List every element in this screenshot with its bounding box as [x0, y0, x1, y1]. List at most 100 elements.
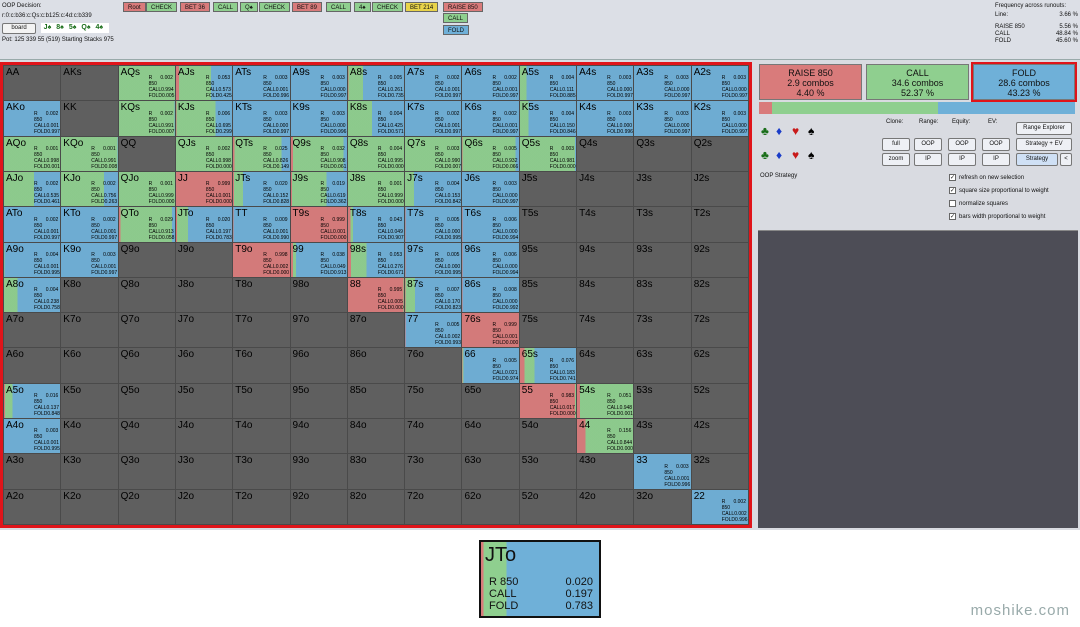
- hand-cell[interactable]: 84o: [347, 419, 405, 454]
- hand-cell[interactable]: K5o: [61, 383, 118, 419]
- hand-cell[interactable]: K2o: [61, 489, 118, 524]
- hand-cell[interactable]: T7o: [233, 313, 290, 348]
- hand-cell[interactable]: J6o: [175, 348, 233, 383]
- hand-cell[interactable]: A3o: [4, 454, 61, 489]
- hand-cell[interactable]: Q7o: [118, 313, 175, 348]
- hand-cell[interactable]: 84s: [577, 277, 634, 313]
- hand-cell[interactable]: 32s: [691, 454, 748, 489]
- hand-cell[interactable]: 94o: [290, 419, 347, 454]
- hand-cell[interactable]: QJs R 850 0.002 CALL 0.998 FOLD 0.000: [175, 136, 233, 171]
- hand-cell[interactable]: KTs R 850 0.003 CALL 0.000 FOLD 0.997: [233, 101, 290, 136]
- hand-cell[interactable]: 62s: [691, 348, 748, 383]
- hand-cell[interactable]: T2o: [233, 489, 290, 524]
- bars-width-checkbox[interactable]: ✓ bars width proportional to weight: [949, 213, 1045, 220]
- hand-cell[interactable]: Q7s R 850 0.003 CALL 0.990 FOLD 0.007: [405, 136, 462, 171]
- hand-cell[interactable]: Q2s: [691, 136, 748, 171]
- hand-cell[interactable]: J7o: [175, 313, 233, 348]
- hand-cell[interactable]: T9o R 850 0.998 CALL 0.002 FOLD 0.000: [233, 242, 290, 277]
- hand-cell[interactable]: J7s R 850 0.004 CALL 0.153 FOLD 0.842: [405, 171, 462, 207]
- hand-cell[interactable]: KQs R 850 0.002 CALL 0.991 FOLD 0.007: [118, 101, 175, 136]
- action-node[interactable]: CHECK: [259, 2, 291, 12]
- hand-cell[interactable]: KTo R 850 0.002 CALL 0.001 FOLD 0.997: [61, 207, 118, 242]
- fold-summary[interactable]: FOLD 28.6 combos 43.23 %: [971, 62, 1077, 102]
- hand-cell[interactable]: KK: [61, 101, 118, 136]
- hand-cell[interactable]: 55 R 850 0.983 CALL 0.017 FOLD 0.000: [519, 383, 577, 419]
- hand-cell[interactable]: 42o: [577, 489, 634, 524]
- raise-summary[interactable]: RAISE 850 2.9 combos 4.40 %: [759, 64, 862, 100]
- hand-cell[interactable]: J3o: [175, 454, 233, 489]
- hand-cell[interactable]: JJ R 850 0.999 CALL 0.001 FOLD 0.000: [175, 171, 233, 207]
- hand-cell[interactable]: 85o: [347, 383, 405, 419]
- hand-cell[interactable]: 66 R 850 0.005 CALL 0.021 FOLD 0.974: [462, 348, 519, 383]
- hand-cell[interactable]: K9o R 850 0.003 CALL 0.001 FOLD 0.997: [61, 242, 118, 277]
- hand-cell[interactable]: 44 R 850 0.156 CALL 0.844 FOLD 0.000: [577, 419, 634, 454]
- hand-cell[interactable]: 93o: [290, 454, 347, 489]
- hand-cell[interactable]: KJo R 850 0.002 CALL 0.756 FOLD 0.263: [61, 171, 118, 207]
- hand-cell[interactable]: 86o: [347, 348, 405, 383]
- hand-cell[interactable]: AJs R 850 0.053 CALL 0.573 FOLD 0.425: [175, 66, 233, 101]
- hand-cell[interactable]: 95s: [519, 242, 577, 277]
- ev-ip-button[interactable]: IP: [982, 153, 1010, 166]
- equity-ip-button[interactable]: IP: [948, 153, 976, 166]
- hand-cell[interactable]: T5s: [519, 207, 577, 242]
- hand-cell[interactable]: 62o: [462, 489, 519, 524]
- hand-cell[interactable]: 52s: [691, 383, 748, 419]
- hand-cell[interactable]: AKs: [61, 66, 118, 101]
- hand-cell[interactable]: K3s R 850 0.003 CALL 0.000 FOLD 0.997: [634, 101, 691, 136]
- club-icon[interactable]: ♣: [761, 124, 769, 138]
- hand-cell[interactable]: 77 R 850 0.005 CALL 0.002 FOLD 0.993: [405, 313, 462, 348]
- hand-cell[interactable]: Q3o: [118, 454, 175, 489]
- hand-cell[interactable]: Q8s R 850 0.004 CALL 0.995 FOLD 0.000: [347, 136, 405, 171]
- hand-cell[interactable]: 73o: [405, 454, 462, 489]
- hand-cell[interactable]: KJs R 850 0.006 CALL 0.695 FOLD 0.299: [175, 101, 233, 136]
- hand-cell[interactable]: K6s R 850 0.002 CALL 0.001 FOLD 0.997: [462, 101, 519, 136]
- normalize-checkbox[interactable]: normalize squares: [949, 200, 1008, 207]
- equity-oop-button[interactable]: OOP: [948, 138, 976, 151]
- hand-cell[interactable]: A6s R 850 0.002 CALL 0.001 FOLD 0.997: [462, 66, 519, 101]
- action-node[interactable]: BET 89: [292, 2, 322, 12]
- hand-cell[interactable]: KQo R 850 0.001 CALL 0.991 FOLD 0.008: [61, 136, 118, 171]
- hand-cell[interactable]: J4s: [577, 171, 634, 207]
- action-node[interactable]: CHECK: [372, 2, 404, 12]
- hand-cell[interactable]: TT R 850 0.009 CALL 0.001 FOLD 0.990: [233, 207, 290, 242]
- hand-cell[interactable]: JTo R 850 0.020 CALL 0.197 FOLD 0.783: [175, 207, 233, 242]
- range-explorer-button[interactable]: Range Explorer: [1016, 122, 1072, 135]
- hand-cell[interactable]: T8o: [233, 277, 290, 313]
- hand-cell[interactable]: 97s R 850 0.005 CALL 0.000 FOLD 0.995: [405, 242, 462, 277]
- hand-cell[interactable]: A9o R 850 0.004 CALL 0.001 FOLD 0.995: [4, 242, 61, 277]
- hand-cell[interactable]: A8s R 850 0.005 CALL 0.261 FOLD 0.735: [347, 66, 405, 101]
- hand-cell[interactable]: AJo R 850 0.002 CALL 0.535 FOLD 0.461: [4, 171, 61, 207]
- action-node[interactable]: 4♠: [354, 2, 371, 12]
- hand-cell[interactable]: 82o: [347, 489, 405, 524]
- hand-cell[interactable]: 33 R 850 0.003 CALL 0.001 FOLD 0.996: [634, 454, 691, 489]
- hand-cell[interactable]: A2s R 850 0.003 CALL 0.000 FOLD 0.997: [691, 66, 748, 101]
- hand-cell[interactable]: J3s: [634, 171, 691, 207]
- diamond-icon[interactable]: ♦: [776, 124, 782, 138]
- hand-cell[interactable]: Q5s R 850 0.003 CALL 0.981 FOLD 0.000: [519, 136, 577, 171]
- hand-cell[interactable]: J4o: [175, 419, 233, 454]
- hand-cell[interactable]: K3o: [61, 454, 118, 489]
- hand-cell[interactable]: QTo R 850 0.029 CALL 0.913 FOLD 0.058: [118, 207, 175, 242]
- hand-cell[interactable]: 83o: [347, 454, 405, 489]
- hand-cell[interactable]: 86s R 850 0.008 CALL 0.000 FOLD 0.992: [462, 277, 519, 313]
- heart-icon[interactable]: ♥: [792, 148, 799, 162]
- hand-cell[interactable]: 63o: [462, 454, 519, 489]
- hand-cell[interactable]: 96o: [290, 348, 347, 383]
- diamond-icon[interactable]: ♦: [776, 148, 782, 162]
- hand-cell[interactable]: 92s: [691, 242, 748, 277]
- hand-cell[interactable]: 87s R 850 0.007 CALL 0.170 FOLD 0.823: [405, 277, 462, 313]
- hand-cell[interactable]: J5s: [519, 171, 577, 207]
- hand-cell[interactable]: 22 R 850 0.002 CALL 0.002 FOLD 0.996: [691, 489, 748, 524]
- hand-cell[interactable]: 43o: [577, 454, 634, 489]
- hand-cell[interactable]: 43s: [634, 419, 691, 454]
- hand-cell[interactable]: T4s: [577, 207, 634, 242]
- hand-cell[interactable]: 54o: [519, 419, 577, 454]
- hand-cell[interactable]: 87o: [347, 313, 405, 348]
- hand-cell[interactable]: T3o: [233, 454, 290, 489]
- hand-cell[interactable]: A3s R 850 0.003 CALL 0.000 FOLD 0.997: [634, 66, 691, 101]
- hand-cell[interactable]: J9s R 850 0.019 CALL 0.619 FOLD 0.362: [290, 171, 347, 207]
- hand-cell[interactable]: QQ: [118, 136, 175, 171]
- club-icon[interactable]: ♣: [761, 148, 769, 162]
- hand-cell[interactable]: T5o: [233, 383, 290, 419]
- hand-cell[interactable]: 85s: [519, 277, 577, 313]
